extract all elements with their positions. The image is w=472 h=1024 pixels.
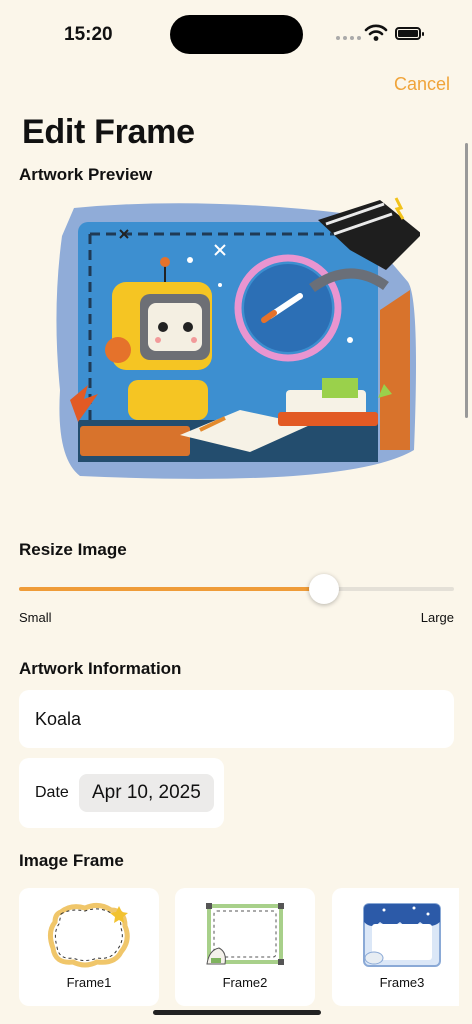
cancel-button[interactable]: Cancel — [394, 74, 450, 95]
image-frame-heading: Image Frame — [19, 851, 124, 870]
date-row: Date Apr 10, 2025 — [19, 758, 224, 828]
cloud-frame-thumbnail — [47, 902, 130, 968]
frame-option-2[interactable]: Frame2 — [175, 888, 315, 1006]
frame-label: Frame3 — [379, 975, 425, 990]
slider-fill — [19, 587, 324, 591]
date-picker-button[interactable]: Apr 10, 2025 — [79, 774, 214, 812]
status-bar: 15:20 — [0, 0, 472, 70]
status-time: 15:20 — [64, 24, 113, 45]
artwork-preview-image — [56, 197, 420, 479]
home-indicator[interactable] — [153, 1010, 321, 1015]
frame-carousel[interactable]: Frame1 Frame2 Frame3 — [19, 888, 459, 1006]
artwork-preview-heading: Artwork Preview — [19, 165, 153, 184]
artwork-name-field[interactable] — [19, 690, 454, 748]
artwork-information-heading: Artwork Information — [19, 659, 182, 678]
cellular-signal-icon — [336, 36, 361, 40]
snow-frame-thumbnail — [363, 903, 441, 967]
leaf-frame-thumbnail — [206, 903, 284, 965]
slider-thumb[interactable] — [308, 574, 339, 604]
slider-max-label: Large — [420, 610, 454, 625]
resize-image-heading: Resize Image — [19, 540, 127, 559]
frame-label: Frame2 — [222, 975, 268, 990]
dynamic-island — [170, 15, 303, 54]
frame-label: Frame1 — [66, 975, 112, 990]
battery-icon — [395, 27, 424, 40]
page-title: Edit Frame — [22, 113, 195, 151]
scroll-indicator — [465, 143, 468, 418]
slider-min-label: Small — [19, 610, 52, 625]
resize-slider[interactable] — [19, 574, 454, 604]
frame-option-3[interactable]: Frame3 — [332, 888, 459, 1006]
frame-option-1[interactable]: Frame1 — [19, 888, 159, 1006]
wifi-icon — [364, 24, 388, 41]
date-label: Date — [35, 784, 69, 801]
